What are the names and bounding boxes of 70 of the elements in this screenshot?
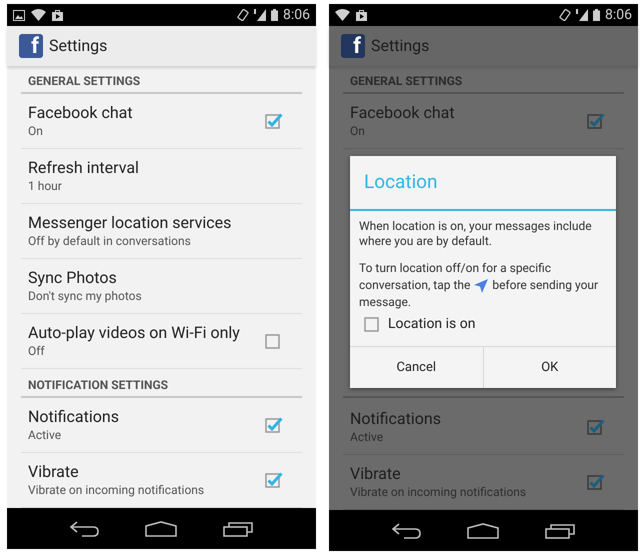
dialog-message: before sending your	[492, 277, 598, 294]
screen-title: Settings	[371, 35, 430, 57]
dialog-button[interactable]: Cancel	[350, 347, 482, 388]
section-header: NOTIFICATION SETTINGS	[21, 373, 302, 398]
shopping-bag-icon	[52, 9, 63, 21]
checkbox[interactable]	[265, 471, 283, 489]
checkbox[interactable]	[587, 473, 605, 491]
home-icon[interactable]	[145, 520, 178, 536]
item-subtitle: Off	[28, 343, 46, 359]
item-title: Auto-play videos on Wi-Fi only	[28, 323, 241, 343]
clock: 8:06	[605, 6, 632, 24]
item-title: Facebook chat	[350, 103, 456, 123]
screen-title: Settings	[49, 35, 108, 57]
back-icon[interactable]	[70, 520, 100, 536]
rotate-icon	[559, 9, 571, 21]
item-title: Messenger location services	[28, 213, 232, 233]
checkbox[interactable]	[587, 418, 605, 436]
settings-item[interactable]: Sync Photos Don't sync my photos	[21, 259, 302, 314]
home-icon[interactable]	[467, 522, 500, 538]
dialog-title: Location	[364, 169, 438, 196]
settings-item[interactable]: Notifications Active	[21, 398, 302, 453]
item-subtitle: 1 hour	[28, 178, 63, 194]
item-title: Facebook chat	[28, 103, 134, 123]
shopping-bag-icon	[356, 9, 367, 21]
item-subtitle: On	[28, 123, 44, 139]
recent-apps-icon[interactable]	[223, 520, 254, 536]
location-checkbox[interactable]: Location is on	[359, 315, 607, 333]
checkbox-label: Location is on	[388, 316, 476, 332]
checkbox[interactable]	[265, 332, 283, 350]
item-title: Vibrate	[28, 462, 80, 482]
section-header: GENERAL SETTINGS	[21, 69, 302, 94]
settings-item[interactable]: Facebook chat On	[21, 94, 302, 149]
item-subtitle: Off by default in conversations	[28, 233, 192, 249]
item-title: Sync Photos	[28, 268, 118, 288]
settings-item[interactable]: Refresh interval 1 hour	[21, 149, 302, 204]
item-subtitle: On	[350, 123, 366, 139]
rotate-icon	[237, 9, 249, 21]
wifi-icon	[335, 9, 350, 21]
checkbox[interactable]	[265, 416, 283, 434]
wifi-icon	[31, 9, 46, 21]
item-title: Notifications	[28, 407, 120, 427]
signal-icon	[576, 9, 588, 21]
settings-item[interactable]: Messenger location services Off by default in conversations	[21, 204, 302, 259]
battery-icon	[271, 9, 278, 21]
settings-item[interactable]: Auto-play videos on Wi-Fi only Off	[21, 314, 302, 369]
item-subtitle: Don't sync my photos	[28, 288, 143, 304]
item-subtitle: Active	[350, 429, 384, 445]
back-icon[interactable]	[392, 522, 422, 538]
dialog-message: When location is on, your messages include where you are by default.	[359, 219, 593, 249]
navigation-arrow-icon	[474, 278, 488, 292]
dialog-button[interactable]: OK	[482, 347, 616, 388]
dialog-message: To turn location off/on for a specific	[359, 260, 552, 277]
checkbox[interactable]	[587, 112, 605, 130]
app-logo: f	[341, 34, 365, 58]
item-title: Notifications	[350, 409, 442, 429]
recent-apps-icon[interactable]	[545, 522, 576, 538]
item-subtitle: Active	[28, 427, 62, 443]
item-title: Refresh interval	[28, 158, 140, 178]
app-logo: f	[19, 34, 43, 58]
dialog-message: message.	[359, 294, 412, 311]
item-subtitle: Vibrate on incoming notifications	[350, 484, 528, 500]
battery-icon	[593, 9, 600, 21]
item-subtitle: Vibrate on incoming notifications	[28, 482, 206, 498]
dialog-message: conversation, tap the	[359, 277, 470, 294]
checkbox[interactable]	[364, 315, 382, 333]
checkbox[interactable]	[265, 112, 283, 130]
item-title: Vibrate	[350, 464, 402, 484]
signal-icon	[254, 9, 266, 21]
clock: 8:06	[283, 6, 310, 24]
section-header: GENERAL SETTINGS	[343, 69, 624, 94]
